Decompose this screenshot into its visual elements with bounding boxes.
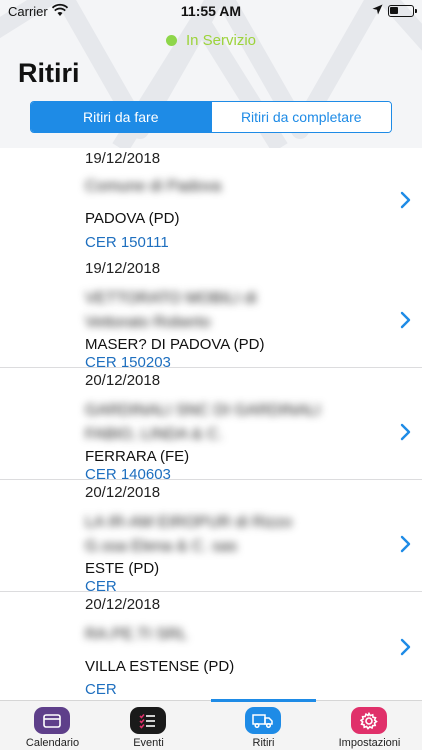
pickup-row[interactable]: 20/12/2018 GARDINALI SNC DI GARDINALI FA… xyxy=(0,368,422,483)
tab-impostazioni[interactable]: Impostazioni xyxy=(317,705,422,750)
page-title: Ritiri xyxy=(18,58,80,88)
pickup-date: 20/12/2018 xyxy=(85,596,161,613)
location-arrow-icon xyxy=(372,4,383,15)
calendar-icon xyxy=(34,707,70,734)
chevron-right-icon xyxy=(400,191,411,209)
pickup-name: Comune di Padova xyxy=(85,178,222,195)
pickup-name: RA.PE.TI SRL xyxy=(85,626,188,643)
chevron-right-icon xyxy=(400,423,411,441)
battery-level xyxy=(390,7,398,14)
pickup-date: 19/12/2018 xyxy=(85,260,161,277)
pickup-row[interactable]: 19/12/2018 VETTORATO MOBILI di Vettorato… xyxy=(0,256,422,371)
pickup-row[interactable]: 20/12/2018 LA IR-AM EIROPUR di Rizzo G.s… xyxy=(0,480,422,595)
pickup-name: FABIO, LINDA & C. xyxy=(85,426,223,443)
pickup-city: MASER? DI PADOVA (PD) xyxy=(85,336,265,353)
pickup-name: G.ssa Elena & C. sas xyxy=(85,538,238,555)
tab-ritiri[interactable]: Ritiri xyxy=(211,705,316,750)
status-bar: Carrier 11:55 AM xyxy=(0,0,422,22)
pickup-date: 20/12/2018 xyxy=(85,484,161,501)
pickup-cer: CER 150111 xyxy=(85,234,169,251)
chevron-right-icon xyxy=(400,535,411,553)
pickup-row[interactable]: 19/12/2018 Comune di Padova PADOVA (PD) … xyxy=(0,148,422,260)
gear-icon xyxy=(351,707,387,734)
pickup-row[interactable]: 20/12/2018 RA.PE.TI SRL VILLA ESTENSE (P… xyxy=(0,592,422,700)
segment-ritiri-da-fare[interactable]: Ritiri da fare xyxy=(31,102,211,132)
tab-calendario[interactable]: Calendario xyxy=(0,705,105,750)
pickup-date: 19/12/2018 xyxy=(85,150,161,167)
segment-ritiri-da-completare[interactable]: Ritiri da completare xyxy=(210,102,391,132)
tab-eventi[interactable]: Eventi xyxy=(96,705,201,750)
pickup-cer: CER xyxy=(85,681,117,698)
chevron-right-icon xyxy=(400,311,411,329)
status-dot-icon xyxy=(166,35,177,46)
chevron-right-icon xyxy=(400,638,411,656)
pickup-list: 19/12/2018 Comune di Padova PADOVA (PD) … xyxy=(0,148,422,700)
pickup-city: ESTE (PD) xyxy=(85,560,160,577)
tab-bar: Calendario Eventi Ritiri Impostazioni xyxy=(0,699,422,750)
pickup-city: FERRARA (FE) xyxy=(85,448,190,465)
tab-label: Eventi xyxy=(133,737,164,749)
service-status: In Servizio xyxy=(166,32,256,49)
service-status-label: In Servizio xyxy=(186,32,257,49)
tab-label: Ritiri xyxy=(252,737,275,749)
segmented-control: Ritiri da fare Ritiri da completare xyxy=(30,101,392,133)
status-time: 11:55 AM xyxy=(180,3,242,19)
tab-label: Impostazioni xyxy=(338,737,401,749)
checklist-icon xyxy=(130,707,166,734)
pickup-city: VILLA ESTENSE (PD) xyxy=(85,658,235,675)
truck-icon xyxy=(245,707,281,734)
selected-tab-indicator xyxy=(211,699,316,702)
pickup-name: Vettorato Roberto xyxy=(85,314,211,331)
pickup-city: PADOVA (PD) xyxy=(85,210,180,227)
pickup-date: 20/12/2018 xyxy=(85,372,161,389)
battery-icon xyxy=(388,5,417,17)
header: Carrier 11:55 AM In Servizio Ritiri Riti… xyxy=(0,0,422,148)
tab-label: Calendario xyxy=(25,737,80,749)
